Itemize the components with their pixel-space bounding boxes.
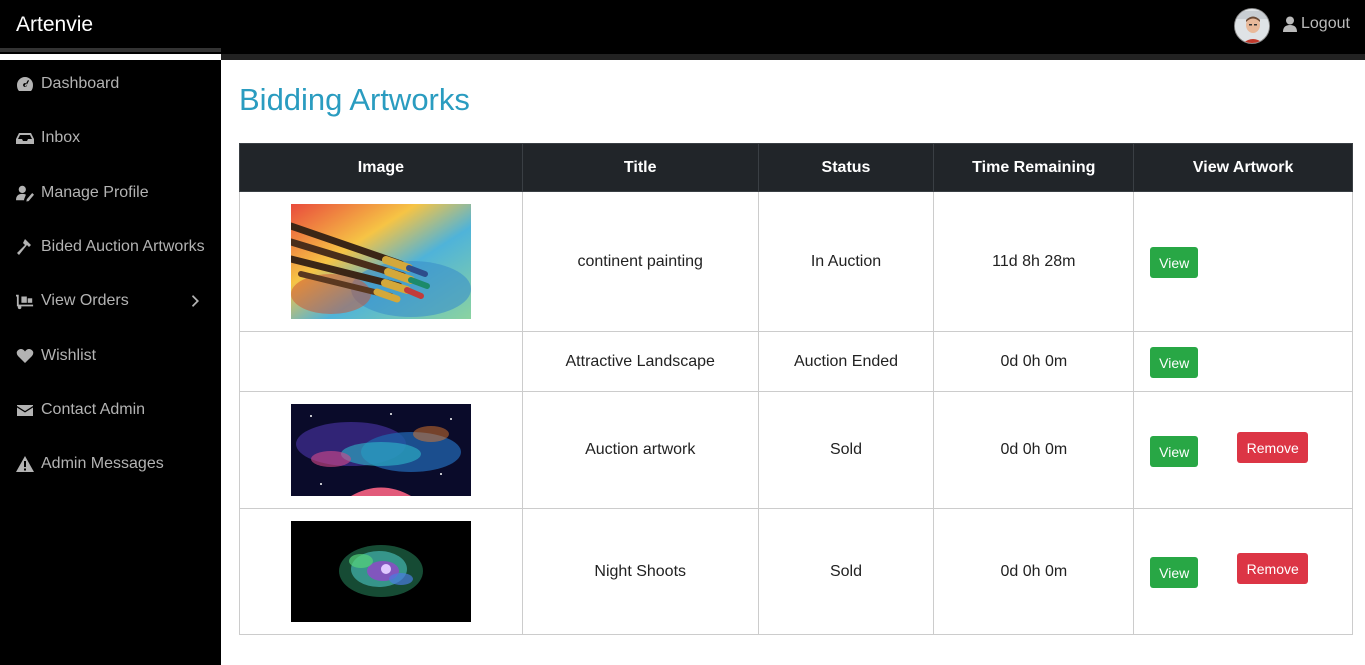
heart-icon xyxy=(15,346,35,366)
sidebar-item-admin-messages[interactable]: Admin Messages xyxy=(0,444,221,484)
user-edit-icon xyxy=(15,183,35,203)
gavel-icon xyxy=(15,237,35,257)
brand-logo[interactable]: Artenvie xyxy=(16,13,93,37)
column-header-image: Image xyxy=(239,143,523,192)
column-header-status: Status xyxy=(757,143,935,192)
sidebar-item-inbox[interactable]: Inbox xyxy=(0,118,221,158)
table-row: continent painting In Auction 11d 8h 28m… xyxy=(239,191,1353,332)
warning-icon xyxy=(15,454,35,474)
table-header-row: Image Title Status Time Remaining View A… xyxy=(239,143,1353,192)
time-remaining: 0d 0h 0m xyxy=(933,508,1135,635)
artwork-status: Sold xyxy=(757,508,935,635)
table-row: Auction artwork Sold 0d 0h 0m View Remov… xyxy=(239,391,1353,509)
artwork-status: In Auction xyxy=(757,191,935,332)
bidding-artworks-table: Image Title Status Time Remaining View A… xyxy=(239,143,1353,635)
time-remaining: 0d 0h 0m xyxy=(933,391,1135,509)
artwork-title: continent painting xyxy=(521,191,759,332)
artwork-status: Sold xyxy=(757,391,935,509)
logout-link[interactable]: Logout xyxy=(1283,15,1350,33)
sidebar-item-label: Wishlist xyxy=(41,347,97,364)
sidebar-item-manage-profile[interactable]: Manage Profile xyxy=(0,173,221,213)
sidebar-item-label: View Orders xyxy=(41,292,129,309)
chevron-right-icon xyxy=(191,293,201,309)
column-header-time-remaining: Time Remaining xyxy=(933,143,1135,192)
artwork-image-cell xyxy=(239,191,523,332)
artwork-image-cell xyxy=(239,391,523,509)
remove-button[interactable]: Remove xyxy=(1237,553,1309,584)
inbox-icon xyxy=(15,128,35,148)
column-header-view-artwork: View Artwork xyxy=(1133,143,1353,192)
view-button[interactable]: View xyxy=(1150,247,1199,278)
view-button[interactable]: View xyxy=(1150,347,1199,378)
view-button[interactable]: View xyxy=(1150,557,1199,588)
sidebar-item-label: Inbox xyxy=(41,129,81,146)
color-powder-explosion-image[interactable] xyxy=(290,521,471,622)
view-button[interactable]: View xyxy=(1150,436,1199,467)
sidebar-item-view-orders[interactable]: View Orders xyxy=(0,281,221,321)
sidebar-item-wishlist[interactable]: Wishlist xyxy=(0,336,221,376)
header-strip xyxy=(221,54,1365,60)
table-row: Attractive Landscape Auction Ended 0d 0h… xyxy=(239,331,1353,392)
galaxy-nebula-image[interactable] xyxy=(290,404,471,496)
time-remaining: 11d 8h 28m xyxy=(933,191,1135,332)
time-remaining: 0d 0h 0m xyxy=(933,331,1135,392)
artwork-status: Auction Ended xyxy=(757,331,935,392)
sidebar: Dashboard Inbox Manage Profile Bided Auc… xyxy=(0,60,221,665)
dashboard-icon xyxy=(15,74,35,94)
sidebar-item-dashboard[interactable]: Dashboard xyxy=(0,64,221,104)
sidebar-item-label: Admin Messages xyxy=(41,455,164,472)
dolly-icon xyxy=(15,291,35,311)
paint-brushes-image[interactable] xyxy=(290,204,471,319)
column-header-title: Title xyxy=(521,143,759,192)
actions-cell: View xyxy=(1133,331,1353,392)
artwork-image-cell xyxy=(239,508,523,635)
remove-button[interactable]: Remove xyxy=(1237,432,1309,463)
brand-divider xyxy=(0,48,221,52)
sidebar-item-label: Manage Profile xyxy=(41,184,149,201)
envelope-icon xyxy=(15,400,35,420)
page-title: Bidding Artworks xyxy=(239,82,470,117)
artwork-image-cell xyxy=(239,331,523,392)
actions-cell: View xyxy=(1133,191,1353,332)
sidebar-item-label: Bided Auction Artworks xyxy=(41,238,205,255)
sidebar-item-label: Dashboard xyxy=(41,75,120,92)
actions-cell: View Remove xyxy=(1133,508,1353,635)
user-icon xyxy=(1283,16,1297,32)
artwork-title: Auction artwork xyxy=(521,391,759,509)
user-avatar[interactable] xyxy=(1234,8,1270,44)
sidebar-item-contact-admin[interactable]: Contact Admin xyxy=(0,390,221,430)
top-navbar: Artenvie Logout xyxy=(0,0,1365,54)
table-row: Night Shoots Sold 0d 0h 0m View Remove xyxy=(239,508,1353,635)
actions-cell: View Remove xyxy=(1133,391,1353,509)
sidebar-item-bided-auction-artworks[interactable]: Bided Auction Artworks xyxy=(0,227,221,267)
artwork-title: Attractive Landscape xyxy=(521,331,759,392)
sidebar-item-label: Contact Admin xyxy=(41,401,146,418)
logout-label: Logout xyxy=(1301,15,1350,32)
artwork-title: Night Shoots xyxy=(521,508,759,635)
